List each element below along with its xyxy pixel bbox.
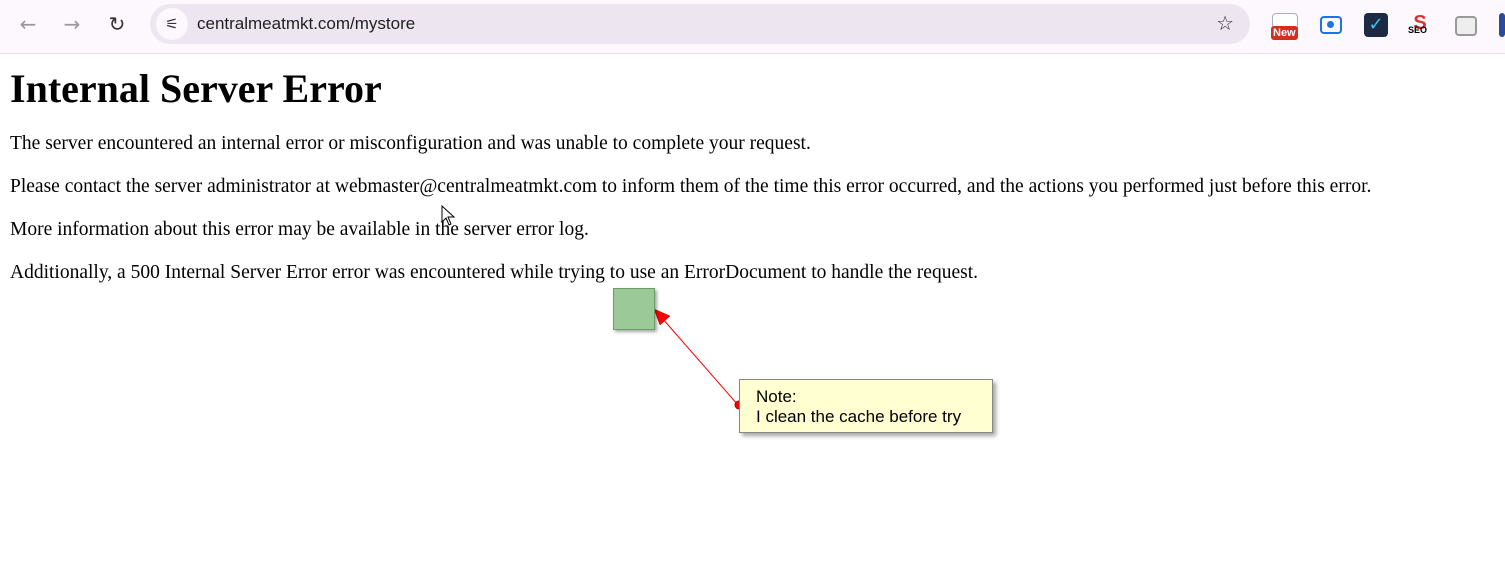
note-text: I clean the cache before try [756, 407, 962, 426]
annotation-note: Note: I clean the cache before try [739, 379, 993, 433]
mouse-cursor-icon [441, 204, 456, 226]
annotation-layer [441, 204, 744, 410]
arrow-head-icon [653, 308, 671, 326]
annotation-arrow [661, 317, 739, 406]
note-title: Note: [756, 387, 797, 406]
highlight-box [613, 288, 655, 330]
